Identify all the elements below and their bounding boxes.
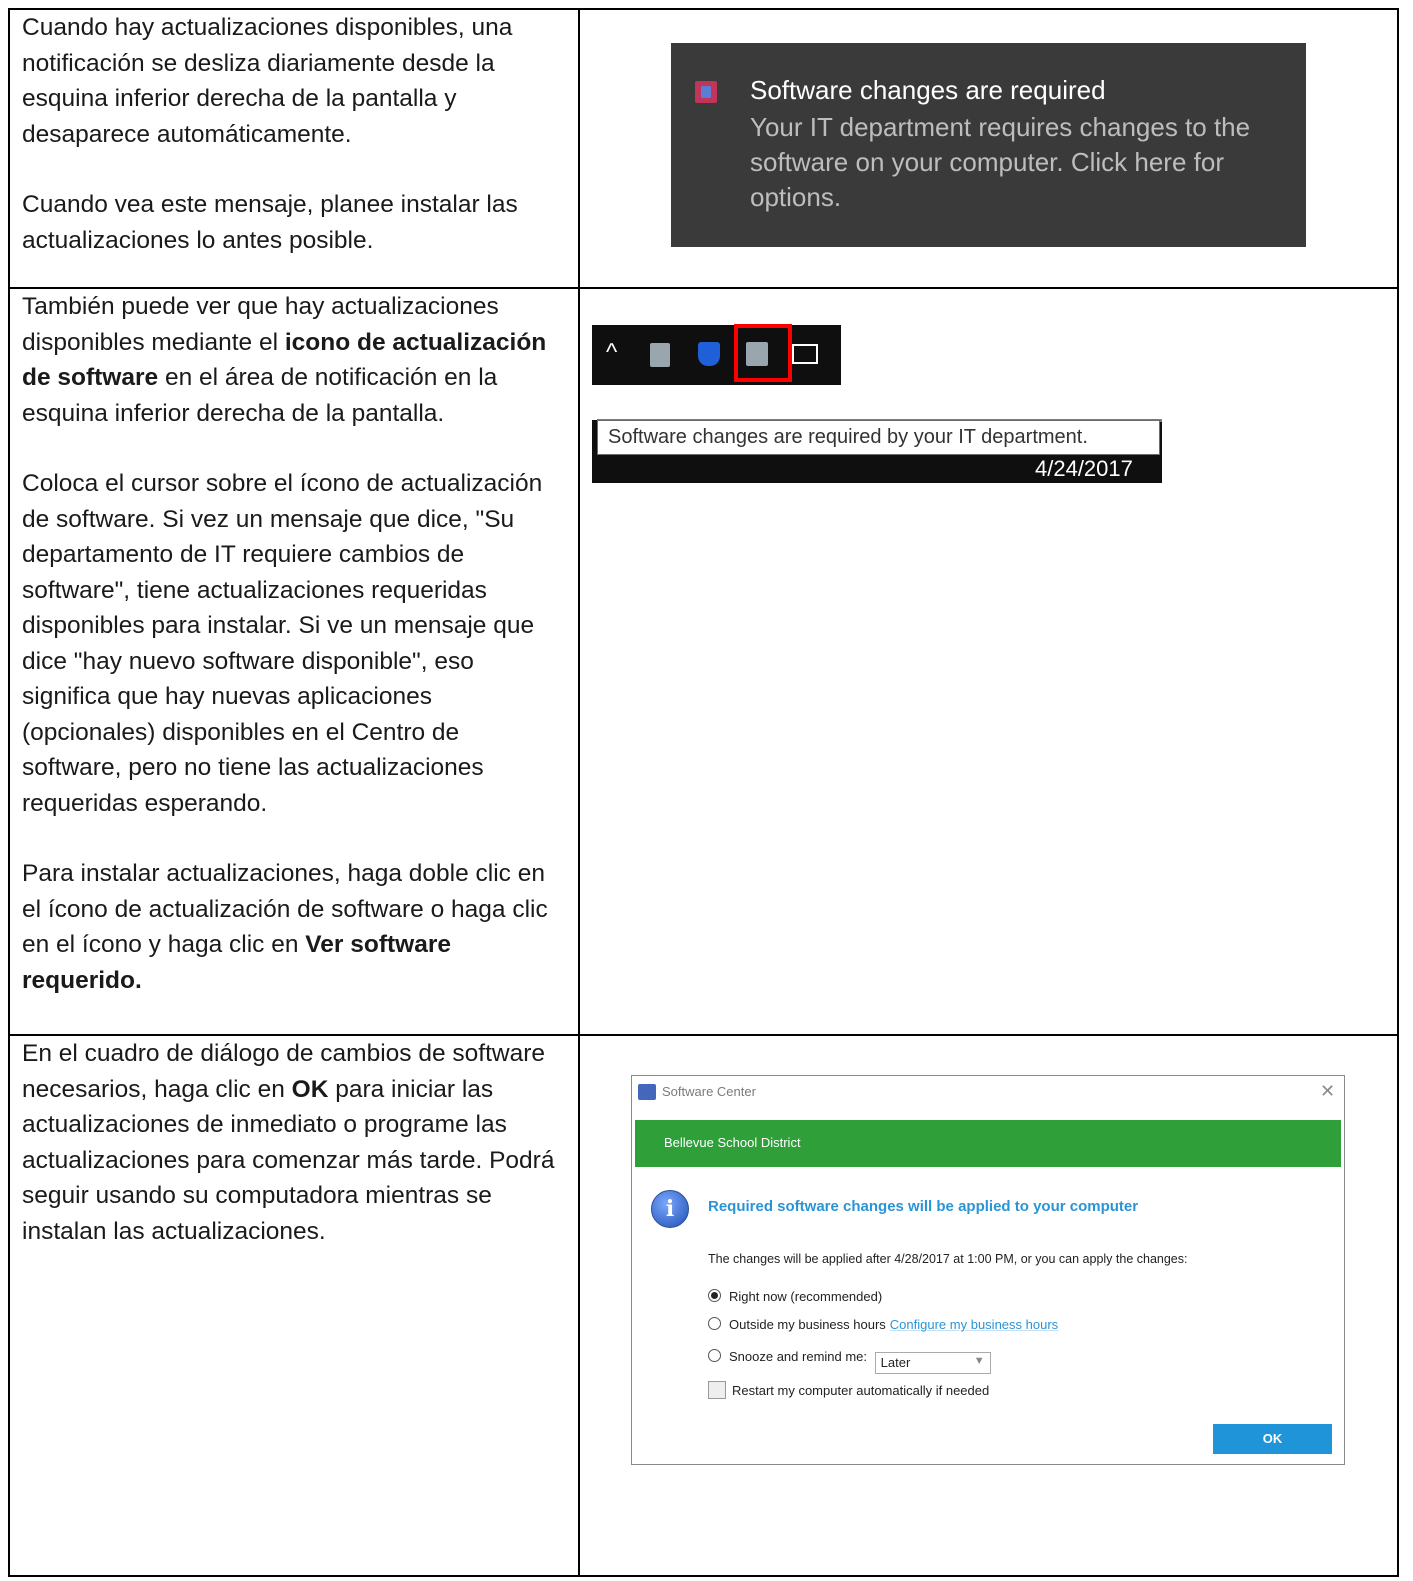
search-document-icon[interactable] xyxy=(650,343,670,367)
row3-instructions: En el cuadro de diálogo de cambios de so… xyxy=(22,1036,562,1249)
software-update-icon-highlight xyxy=(734,324,792,382)
row1-paragraph-2: Cuando vea este mensaje, planee instalar… xyxy=(22,191,518,254)
row2-instructions: También puede ver que hay actualizacione… xyxy=(22,289,562,998)
row3-paragraph: En el cuadro de diálogo de cambios de so… xyxy=(22,1040,555,1245)
table-column-divider xyxy=(578,8,580,1577)
chevron-down-icon: ▼ xyxy=(973,1355,985,1367)
notification-tray: ^ xyxy=(592,325,841,385)
bold-term: OK xyxy=(291,1075,329,1103)
row2-paragraph-1: También puede ver que hay actualizacione… xyxy=(22,293,547,427)
dialog-description: The changes will be applied after 4/28/2… xyxy=(708,1252,1188,1266)
dialog-title: Software Center xyxy=(662,1084,756,1099)
restart-checkbox[interactable] xyxy=(708,1381,726,1399)
toast-title: Software changes are required xyxy=(750,75,1106,105)
shield-icon[interactable] xyxy=(698,342,720,366)
organization-name: Bellevue School District xyxy=(664,1135,801,1150)
snooze-select[interactable]: Later ▼ xyxy=(874,1352,991,1374)
option-outside-hours[interactable]: Outside my business hours Configure my bu… xyxy=(708,1317,1058,1332)
dialog-heading: Required software changes will be applie… xyxy=(708,1198,1139,1215)
software-center-dialog: Software Center ✕ Bellevue School Distri… xyxy=(631,1075,1345,1465)
tooltip: Software changes are required by your IT… xyxy=(597,420,1160,455)
radio-button[interactable] xyxy=(708,1349,721,1362)
row1-instructions: Cuando hay actualizaciones disponibles, … xyxy=(22,10,562,258)
info-icon: i xyxy=(651,1190,689,1228)
ok-button[interactable]: OK xyxy=(1213,1424,1332,1454)
close-icon[interactable]: ✕ xyxy=(1320,1081,1335,1102)
configure-hours-link[interactable]: Configure my business hours xyxy=(890,1317,1058,1332)
chevron-up-icon[interactable]: ^ xyxy=(606,339,617,367)
option-right-now[interactable]: Right now (recommended) xyxy=(708,1289,882,1304)
radio-button[interactable] xyxy=(708,1317,721,1330)
row2-paragraph-2: Coloca el cursor sobre el ícono de actua… xyxy=(22,470,543,817)
software-center-icon xyxy=(638,1084,656,1100)
software-center-icon xyxy=(695,81,717,103)
option-snooze[interactable]: Snooze and remind me: Later ▼ xyxy=(708,1349,991,1374)
option-restart[interactable]: Restart my computer automatically if nee… xyxy=(708,1381,989,1399)
organization-banner: Bellevue School District xyxy=(635,1120,1341,1167)
network-icon[interactable] xyxy=(792,344,818,364)
row2-paragraph-3: Para instalar actualizaciones, haga dobl… xyxy=(22,860,548,994)
toast-body: Your IT department requires changes to t… xyxy=(750,112,1251,212)
radio-selected[interactable] xyxy=(708,1289,721,1302)
row1-paragraph-1: Cuando hay actualizaciones disponibles, … xyxy=(22,14,513,148)
taskbar-date: 4/24/2017 xyxy=(1035,456,1133,481)
dialog-titlebar: Software Center ✕ xyxy=(632,1076,1344,1107)
toast-notification[interactable]: Software changes are required Your IT de… xyxy=(671,43,1306,247)
